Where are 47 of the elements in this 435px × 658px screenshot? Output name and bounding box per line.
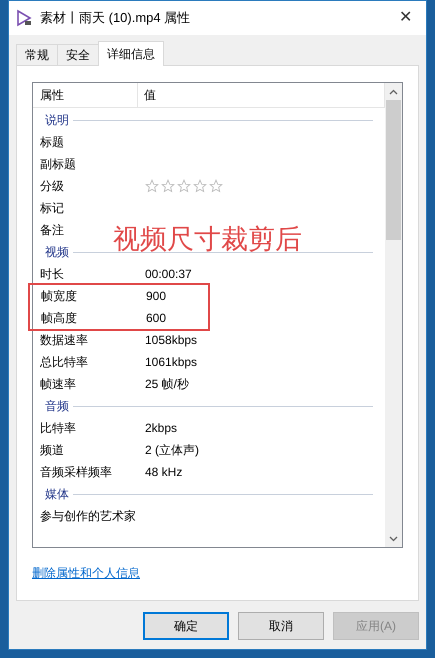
property-value: 900 [146, 288, 166, 305]
section-heading: 说明 [45, 112, 69, 129]
scroll-thumb[interactable] [386, 100, 401, 240]
property-name: 备注 [40, 222, 64, 239]
property-name: 数据速率 [40, 332, 88, 349]
window-title: 素材丨雨天 (10).mp4 属性 [40, 9, 192, 28]
tab[interactable]: 安全 [57, 44, 98, 65]
property-name: 帧高度 [41, 310, 77, 327]
property-name: 比特率 [40, 420, 76, 437]
property-value: 1061kbps [145, 354, 198, 371]
property-name: 标记 [40, 200, 64, 217]
section-heading: 媒体 [45, 486, 69, 503]
star-icon [193, 179, 207, 193]
tab[interactable]: 详细信息 [98, 41, 164, 66]
annotation-text: 视频尺寸裁剪后 [113, 223, 302, 256]
scrollbar[interactable] [385, 83, 402, 547]
property-value: 2 (立体声) [145, 442, 199, 459]
star-rating[interactable] [145, 179, 223, 193]
property-name: 标题 [40, 134, 64, 151]
property-value: 48 kHz [145, 464, 182, 481]
star-icon [161, 179, 175, 193]
property-value: 00:00:37 [145, 266, 192, 283]
close-button[interactable]: ✕ [395, 6, 416, 30]
section-heading: 音频 [45, 398, 69, 415]
property-name: 时长 [40, 266, 64, 283]
property-name: 副标题 [40, 156, 76, 173]
dialog-button[interactable]: 取消 [238, 612, 324, 640]
column-header[interactable]: 属性 [33, 83, 138, 107]
property-name: 参与创作的艺术家 [40, 508, 136, 525]
property-name: 帧速率 [40, 376, 76, 393]
property-value: 600 [146, 310, 166, 327]
property-name: 总比特率 [40, 354, 88, 371]
property-name: 帧宽度 [41, 288, 77, 305]
property-name: 分级 [40, 178, 64, 195]
tab[interactable]: 常规 [16, 44, 57, 65]
star-icon [145, 179, 159, 193]
property-name: 音频采样频率 [40, 464, 112, 481]
property-name: 频道 [40, 442, 64, 459]
star-icon [177, 179, 191, 193]
property-value: 1058kbps [145, 332, 198, 349]
dialog-button[interactable]: 确定 [143, 612, 229, 640]
remove-properties-link[interactable]: 删除属性和个人信息 [32, 566, 140, 580]
star-icon [209, 179, 223, 193]
video-file-icon [16, 9, 34, 27]
property-value: 25 帧/秒 [145, 376, 190, 393]
property-value: 2kbps [145, 420, 178, 437]
section-heading: 视频 [45, 244, 69, 261]
